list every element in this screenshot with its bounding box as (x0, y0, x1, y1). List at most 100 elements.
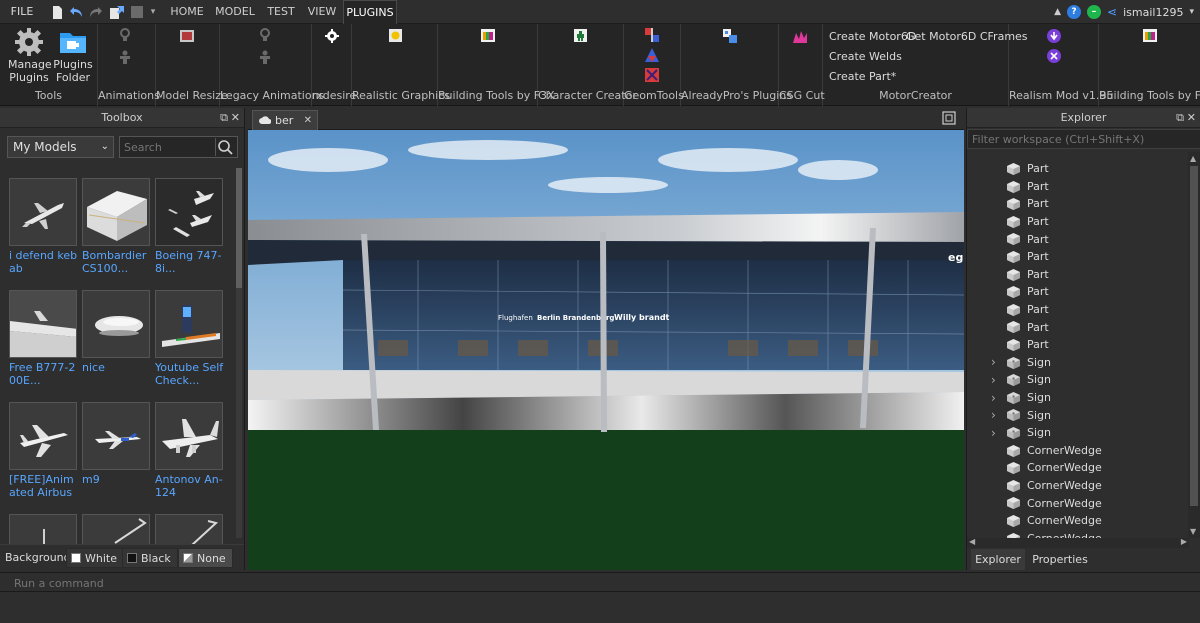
explorer-tree-row[interactable]: › Sign (967, 389, 1189, 407)
model-tile[interactable]: [FREE]Animated Airbus (9, 402, 79, 499)
model-category-dropdown[interactable]: My Models ⌄ (7, 136, 114, 158)
fullscreen-icon[interactable] (942, 111, 956, 128)
explorer-tree-row[interactable]: CornerWedge (967, 477, 1189, 495)
customize-dropdown-icon[interactable]: ▾ (148, 5, 158, 19)
model-tile[interactable]: nice (82, 290, 152, 374)
explorer-tree-row[interactable]: Part (967, 266, 1189, 284)
geomtools-split-icon[interactable] (645, 28, 659, 42)
search-icon[interactable] (215, 138, 235, 156)
explorer-tree-row[interactable]: CornerWedge (967, 512, 1189, 530)
geomtools-sculpt-icon[interactable] (645, 68, 659, 82)
tab-model[interactable]: MODEL (212, 0, 258, 24)
explorer-tree-row[interactable]: Part (967, 178, 1189, 196)
toolbox-scrollbar-thumb[interactable] (236, 168, 242, 288)
undo-icon[interactable] (68, 5, 84, 19)
explorer-tree-row[interactable]: Part (967, 160, 1189, 178)
model-tile[interactable]: Antonov An-124 (155, 402, 225, 499)
explorer-tree-row[interactable]: › Sign (967, 354, 1189, 372)
tab-home[interactable]: HOME (166, 0, 208, 24)
model-tile-partial[interactable] (82, 514, 152, 548)
collapse-ribbon-icon[interactable]: ▲ (1054, 7, 1061, 17)
stop-square-icon[interactable] (130, 5, 144, 19)
background-option-none[interactable]: None (178, 548, 233, 568)
file-menu-button[interactable]: FILE (0, 0, 44, 24)
document-tab[interactable]: ber ✕ (252, 110, 318, 130)
realism-mod-close-icon[interactable] (1047, 49, 1061, 63)
explorer-tree-row[interactable]: CornerWedge (967, 530, 1189, 538)
explorer-tree-row[interactable]: CornerWedge (967, 442, 1189, 460)
explorer-scrollbar[interactable]: ▲ ▼ (1188, 152, 1200, 538)
toolbox-scrollbar[interactable] (236, 168, 242, 538)
explorer-tree-row[interactable]: Part (967, 230, 1189, 248)
csg-cut-icon[interactable] (793, 29, 807, 43)
model-tile[interactable]: Bombardier CS100... (82, 178, 152, 275)
rxdesire-gear-icon[interactable] (325, 29, 339, 43)
explorer-tree-row[interactable]: Part (967, 248, 1189, 266)
explorer-tree-row[interactable]: CornerWedge (967, 459, 1189, 477)
model-tile[interactable]: m9 (82, 402, 152, 486)
animation-dancer-icon[interactable] (118, 28, 132, 42)
model-resize-icon[interactable] (180, 30, 194, 42)
explorer-tree-row[interactable]: Part (967, 195, 1189, 213)
tab-plugins[interactable]: PLUGINS (343, 0, 397, 25)
plugins-folder-button[interactable]: Plugins Folder (52, 28, 94, 84)
toolbox-search-input[interactable] (120, 137, 212, 157)
explorer-undock-icon[interactable]: ⧉ (1176, 111, 1184, 125)
explorer-tree-row[interactable]: CornerWedge (967, 494, 1189, 512)
building-tools-f3x-icon-2[interactable] (1143, 29, 1157, 42)
model-tile[interactable]: i defend kebab (9, 178, 79, 275)
green-status-icon[interactable]: – (1087, 5, 1102, 19)
explorer-scrollbar-thumb[interactable] (1190, 166, 1198, 506)
background-option-white[interactable]: White (66, 548, 124, 568)
expand-arrow-icon[interactable]: › (991, 355, 996, 369)
explorer-tree-row[interactable]: › Sign (967, 406, 1189, 424)
create-motor6d-button[interactable]: Create Motor6D (829, 30, 916, 43)
explorer-tree-row[interactable]: › Sign (967, 371, 1189, 389)
expand-arrow-icon[interactable]: › (991, 426, 996, 440)
legacy-animation-rig-icon[interactable] (258, 50, 272, 64)
publish-icon[interactable] (109, 5, 125, 19)
tab-close-icon[interactable]: ✕ (304, 115, 312, 126)
explorer-tree-row[interactable]: Part (967, 283, 1189, 301)
explorer-hscrollbar[interactable]: ◀ ▶ (967, 537, 1189, 548)
expand-arrow-icon[interactable]: › (991, 408, 996, 422)
model-tile[interactable]: Free B777-200E... (9, 290, 79, 387)
building-tools-f3x-icon[interactable] (481, 29, 495, 42)
scroll-left-icon[interactable]: ◀ (969, 537, 975, 546)
tab-properties[interactable]: Properties (1027, 549, 1093, 570)
explorer-tree-row[interactable]: › Sign (967, 424, 1189, 442)
question-icon[interactable]: ? (1067, 5, 1082, 19)
manage-plugins-button[interactable]: Manage Plugins (8, 28, 52, 84)
scroll-down-icon[interactable]: ▼ (1190, 527, 1196, 536)
scroll-right-icon[interactable]: ▶ (1181, 537, 1187, 546)
realism-mod-down-icon[interactable] (1047, 29, 1061, 43)
explorer-tree-row[interactable]: Part (967, 318, 1189, 336)
realistic-graphics-sun-icon[interactable] (389, 29, 402, 42)
model-tile-partial[interactable] (9, 514, 79, 548)
3d-viewport[interactable]: Flughafen Berlin Brandenburg Willy brand… (248, 130, 964, 570)
scroll-up-icon[interactable]: ▲ (1190, 154, 1196, 163)
character-creator-icon[interactable] (574, 29, 587, 42)
create-part-button[interactable]: Create Part* (829, 70, 896, 83)
geomtools-shape-icon[interactable] (645, 48, 659, 62)
command-input[interactable] (4, 575, 1194, 591)
legacy-animation-dancer-icon[interactable] (258, 28, 272, 42)
animation-rig-icon[interactable] (118, 50, 132, 64)
toolbox-undock-icon[interactable]: ⧉ (220, 111, 228, 125)
new-file-icon[interactable] (50, 5, 64, 19)
redo-icon[interactable] (88, 5, 104, 19)
model-tile[interactable]: Youtube SelfCheck... (155, 290, 225, 387)
explorer-tree-row[interactable]: Part (967, 301, 1189, 319)
model-tile-partial[interactable] (155, 514, 225, 548)
explorer-tree-row[interactable]: Part (967, 336, 1189, 354)
share-icon[interactable]: ⋖ (1107, 5, 1117, 19)
expand-arrow-icon[interactable]: › (991, 391, 996, 405)
tab-explorer[interactable]: Explorer (971, 549, 1025, 570)
background-option-black[interactable]: Black (122, 548, 178, 568)
explorer-tree-row[interactable]: Part (967, 213, 1189, 231)
username-label[interactable]: ismail1295 (1123, 6, 1183, 19)
filter-workspace-input[interactable] (967, 129, 1200, 149)
explorer-close-icon[interactable]: ✕ (1187, 111, 1196, 124)
alreadypro-plugin-icon[interactable] (723, 29, 737, 43)
tab-view[interactable]: VIEW (304, 0, 340, 24)
